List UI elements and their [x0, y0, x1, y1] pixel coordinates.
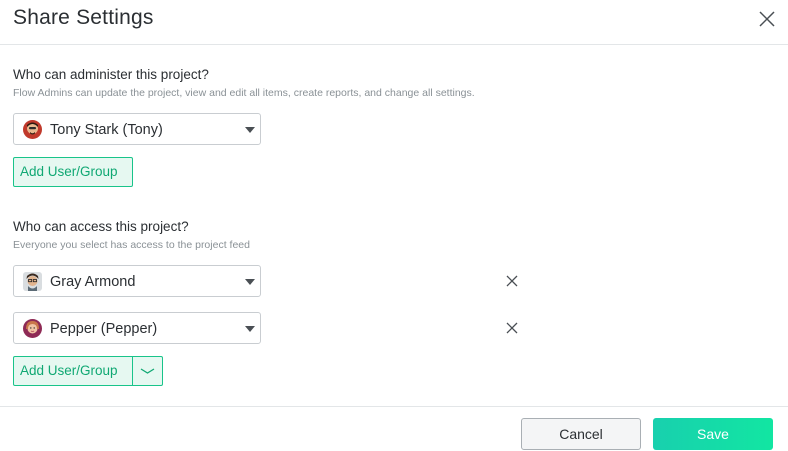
chevron-down-icon [245, 279, 255, 285]
access-user-select-gray[interactable]: Gray Armond [13, 265, 261, 297]
add-options-dropdown-toggle[interactable] [133, 357, 162, 385]
close-icon[interactable] [757, 9, 777, 29]
gray-avatar-icon [23, 272, 42, 291]
admin-section-heading: Who can administer this project? [13, 67, 209, 82]
admin-user-select[interactable]: Tony Stark (Tony) [13, 113, 261, 145]
access-user-name-gray: Gray Armond [50, 274, 136, 290]
tony-avatar-icon [23, 120, 42, 139]
admin-user-name: Tony Stark (Tony) [50, 122, 163, 138]
access-add-user-group-split-button: Add User/Group [13, 356, 163, 386]
admin-add-user-group-button[interactable]: Add User/Group [13, 157, 133, 187]
remove-gray-icon[interactable] [505, 274, 519, 288]
chevron-down-icon [140, 368, 155, 374]
cancel-button[interactable]: Cancel [521, 418, 641, 450]
remove-pepper-icon[interactable] [505, 321, 519, 335]
chevron-down-icon [245, 326, 255, 332]
admin-section-description: Flow Admins can update the project, view… [13, 87, 475, 99]
access-user-name-pepper: Pepper (Pepper) [50, 321, 158, 337]
access-add-user-group-button[interactable]: Add User/Group [14, 357, 132, 385]
save-button[interactable]: Save [653, 418, 773, 450]
share-settings-dialog: Share Settings Who can administer this p… [0, 0, 788, 451]
access-user-select-pepper[interactable]: Pepper (Pepper) [13, 312, 261, 344]
dialog-header: Share Settings [0, 0, 788, 45]
pepper-avatar-icon [23, 319, 42, 338]
dialog-title: Share Settings [13, 6, 154, 29]
chevron-down-icon [245, 127, 255, 133]
access-section-description: Everyone you select has access to the pr… [13, 239, 250, 251]
access-section-heading: Who can access this project? [13, 219, 189, 234]
